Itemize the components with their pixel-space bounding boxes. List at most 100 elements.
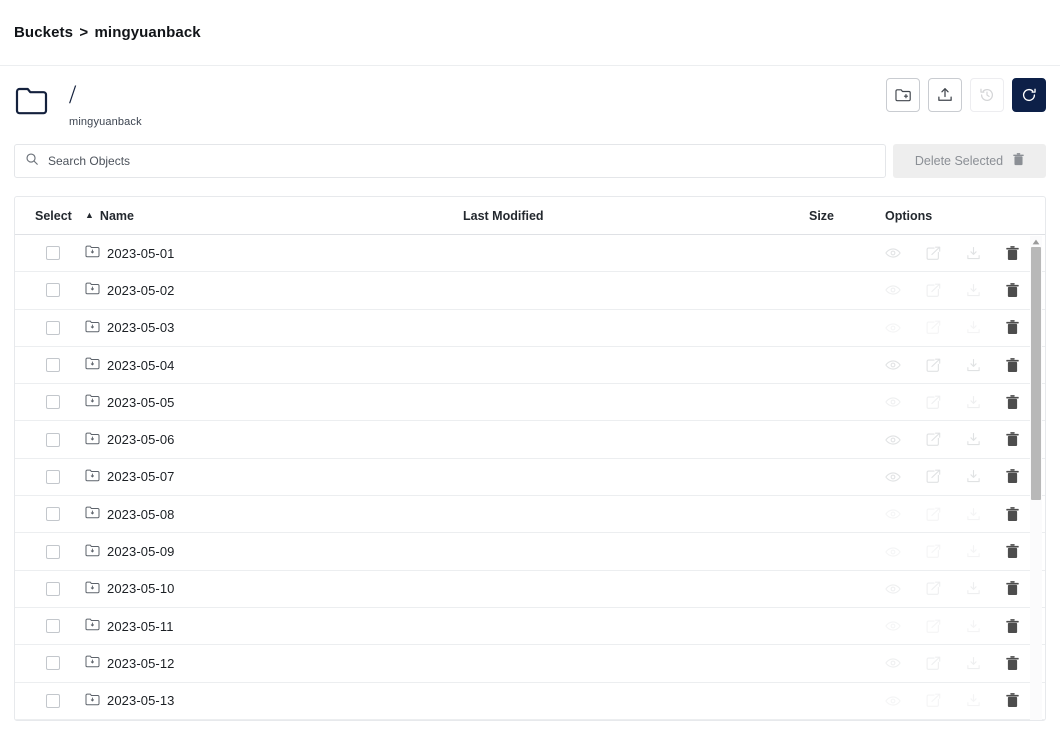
row-name-cell[interactable]: 2023-05-11 <box>85 618 463 634</box>
row-checkbox[interactable] <box>46 693 60 708</box>
delete-trash-icon[interactable] <box>1006 581 1019 596</box>
row-name-cell[interactable]: 2023-05-13 <box>85 693 463 709</box>
download-icon[interactable] <box>966 246 981 261</box>
table-row[interactable]: 2023-05-03 <box>15 310 1045 347</box>
delete-trash-icon[interactable] <box>1006 544 1019 559</box>
share-icon[interactable] <box>926 395 941 410</box>
download-icon[interactable] <box>966 619 981 634</box>
share-icon[interactable] <box>926 469 941 484</box>
table-row[interactable]: 2023-05-01 <box>15 235 1045 273</box>
share-icon[interactable] <box>926 619 941 634</box>
row-name-cell[interactable]: 2023-05-12 <box>85 655 463 671</box>
download-icon[interactable] <box>966 656 981 671</box>
download-icon[interactable] <box>966 469 981 484</box>
preview-eye-icon[interactable] <box>885 322 901 334</box>
row-name-cell[interactable]: 2023-05-10 <box>85 581 463 597</box>
delete-trash-icon[interactable] <box>1006 357 1019 373</box>
share-icon[interactable] <box>926 320 941 335</box>
table-row[interactable]: 2023-05-05 <box>15 384 1045 422</box>
share-icon[interactable] <box>926 581 941 596</box>
table-row[interactable]: 2023-05-10 <box>15 571 1045 608</box>
share-icon[interactable] <box>926 656 941 671</box>
scroll-up-arrow-icon[interactable] <box>1030 236 1042 247</box>
preview-eye-icon[interactable] <box>885 396 901 408</box>
row-name-cell[interactable]: 2023-05-09 <box>85 544 463 560</box>
row-name-cell[interactable]: 2023-05-03 <box>85 320 463 336</box>
refresh-button[interactable] <box>1012 78 1046 112</box>
share-icon[interactable] <box>926 544 941 559</box>
row-checkbox[interactable] <box>46 656 60 671</box>
table-scrollbar[interactable] <box>1030 236 1042 720</box>
breadcrumb-root[interactable]: Buckets <box>14 24 73 41</box>
delete-trash-icon[interactable] <box>1006 618 1019 634</box>
preview-eye-icon[interactable] <box>885 695 901 707</box>
download-icon[interactable] <box>966 693 981 708</box>
row-checkbox[interactable] <box>46 246 60 261</box>
table-row[interactable]: 2023-05-08 <box>15 496 1045 534</box>
delete-trash-icon[interactable] <box>1006 469 1019 484</box>
row-checkbox[interactable] <box>46 395 60 410</box>
download-icon[interactable] <box>966 358 981 373</box>
share-icon[interactable] <box>926 358 941 373</box>
row-checkbox[interactable] <box>46 544 60 559</box>
scrollbar-thumb[interactable] <box>1031 247 1041 500</box>
preview-eye-icon[interactable] <box>885 508 901 520</box>
row-name-cell[interactable]: 2023-05-02 <box>85 282 463 298</box>
search-input[interactable] <box>48 154 875 168</box>
row-name-cell[interactable]: 2023-05-04 <box>85 357 463 373</box>
download-icon[interactable] <box>966 432 981 447</box>
row-checkbox[interactable] <box>46 432 60 447</box>
preview-eye-icon[interactable] <box>885 583 901 595</box>
preview-eye-icon[interactable] <box>885 620 901 632</box>
row-name-cell[interactable]: 2023-05-06 <box>85 432 463 448</box>
row-checkbox[interactable] <box>46 320 60 335</box>
row-name-cell[interactable]: 2023-05-08 <box>85 506 463 522</box>
preview-eye-icon[interactable] <box>885 247 901 259</box>
row-name-cell[interactable]: 2023-05-01 <box>85 245 463 261</box>
delete-trash-icon[interactable] <box>1006 394 1019 410</box>
download-icon[interactable] <box>966 581 981 596</box>
delete-trash-icon[interactable] <box>1006 283 1019 298</box>
row-checkbox[interactable] <box>46 283 60 298</box>
share-icon[interactable] <box>926 246 941 261</box>
table-row[interactable]: 2023-05-04 <box>15 347 1045 385</box>
preview-eye-icon[interactable] <box>885 546 901 558</box>
download-icon[interactable] <box>966 395 981 410</box>
row-checkbox[interactable] <box>46 358 60 373</box>
upload-button[interactable] <box>928 78 962 112</box>
delete-trash-icon[interactable] <box>1006 656 1019 671</box>
column-header-last-modified[interactable]: Last Modified <box>463 209 809 223</box>
row-checkbox[interactable] <box>46 581 60 596</box>
row-checkbox[interactable] <box>46 507 60 522</box>
table-row[interactable]: 2023-05-11 <box>15 608 1045 646</box>
search-box[interactable] <box>14 144 886 178</box>
table-row[interactable]: 2023-05-09 <box>15 533 1045 571</box>
row-checkbox[interactable] <box>46 619 60 634</box>
delete-trash-icon[interactable] <box>1006 432 1019 447</box>
download-icon[interactable] <box>966 320 981 335</box>
table-row[interactable]: 2023-05-13 <box>15 683 1045 720</box>
row-checkbox[interactable] <box>46 469 60 484</box>
share-icon[interactable] <box>926 283 941 298</box>
row-name-cell[interactable]: 2023-05-05 <box>85 394 463 410</box>
table-row[interactable]: 2023-05-06 <box>15 421 1045 459</box>
download-icon[interactable] <box>966 544 981 559</box>
download-icon[interactable] <box>966 283 981 298</box>
preview-eye-icon[interactable] <box>885 471 901 483</box>
create-new-path-button[interactable] <box>886 78 920 112</box>
preview-eye-icon[interactable] <box>885 657 901 669</box>
download-icon[interactable] <box>966 507 981 522</box>
share-icon[interactable] <box>926 432 941 447</box>
delete-trash-icon[interactable] <box>1006 693 1019 708</box>
breadcrumb-current[interactable]: mingyuanback <box>95 24 201 41</box>
table-row[interactable]: 2023-05-12 <box>15 645 1045 683</box>
delete-trash-icon[interactable] <box>1006 320 1019 335</box>
preview-eye-icon[interactable] <box>885 359 901 371</box>
row-name-cell[interactable]: 2023-05-07 <box>85 469 463 485</box>
delete-selected-button[interactable]: Delete Selected <box>893 144 1046 178</box>
delete-trash-icon[interactable] <box>1006 506 1019 522</box>
table-row[interactable]: 2023-05-07 <box>15 459 1045 497</box>
delete-trash-icon[interactable] <box>1006 245 1019 261</box>
preview-eye-icon[interactable] <box>885 434 901 446</box>
preview-eye-icon[interactable] <box>885 284 901 296</box>
